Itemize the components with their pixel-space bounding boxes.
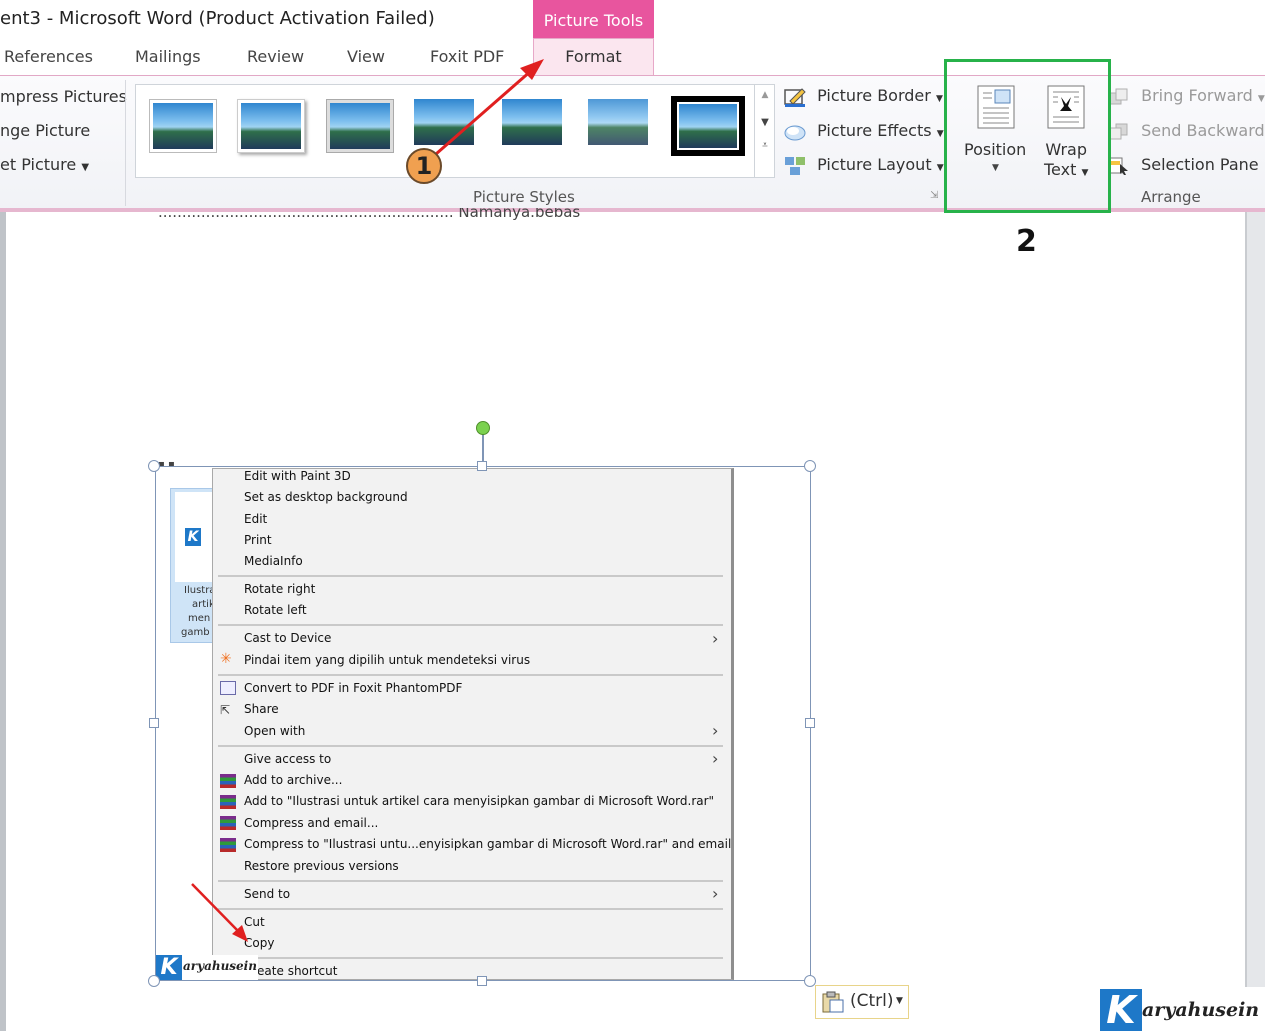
annotation-badge-1: 1 xyxy=(406,148,442,184)
annotation-highlight-box xyxy=(944,59,1111,213)
annotation-arrow-1 xyxy=(435,68,533,156)
annotation-label-2: 2 xyxy=(1016,224,1037,259)
annotation-arrow-copy xyxy=(191,883,241,934)
